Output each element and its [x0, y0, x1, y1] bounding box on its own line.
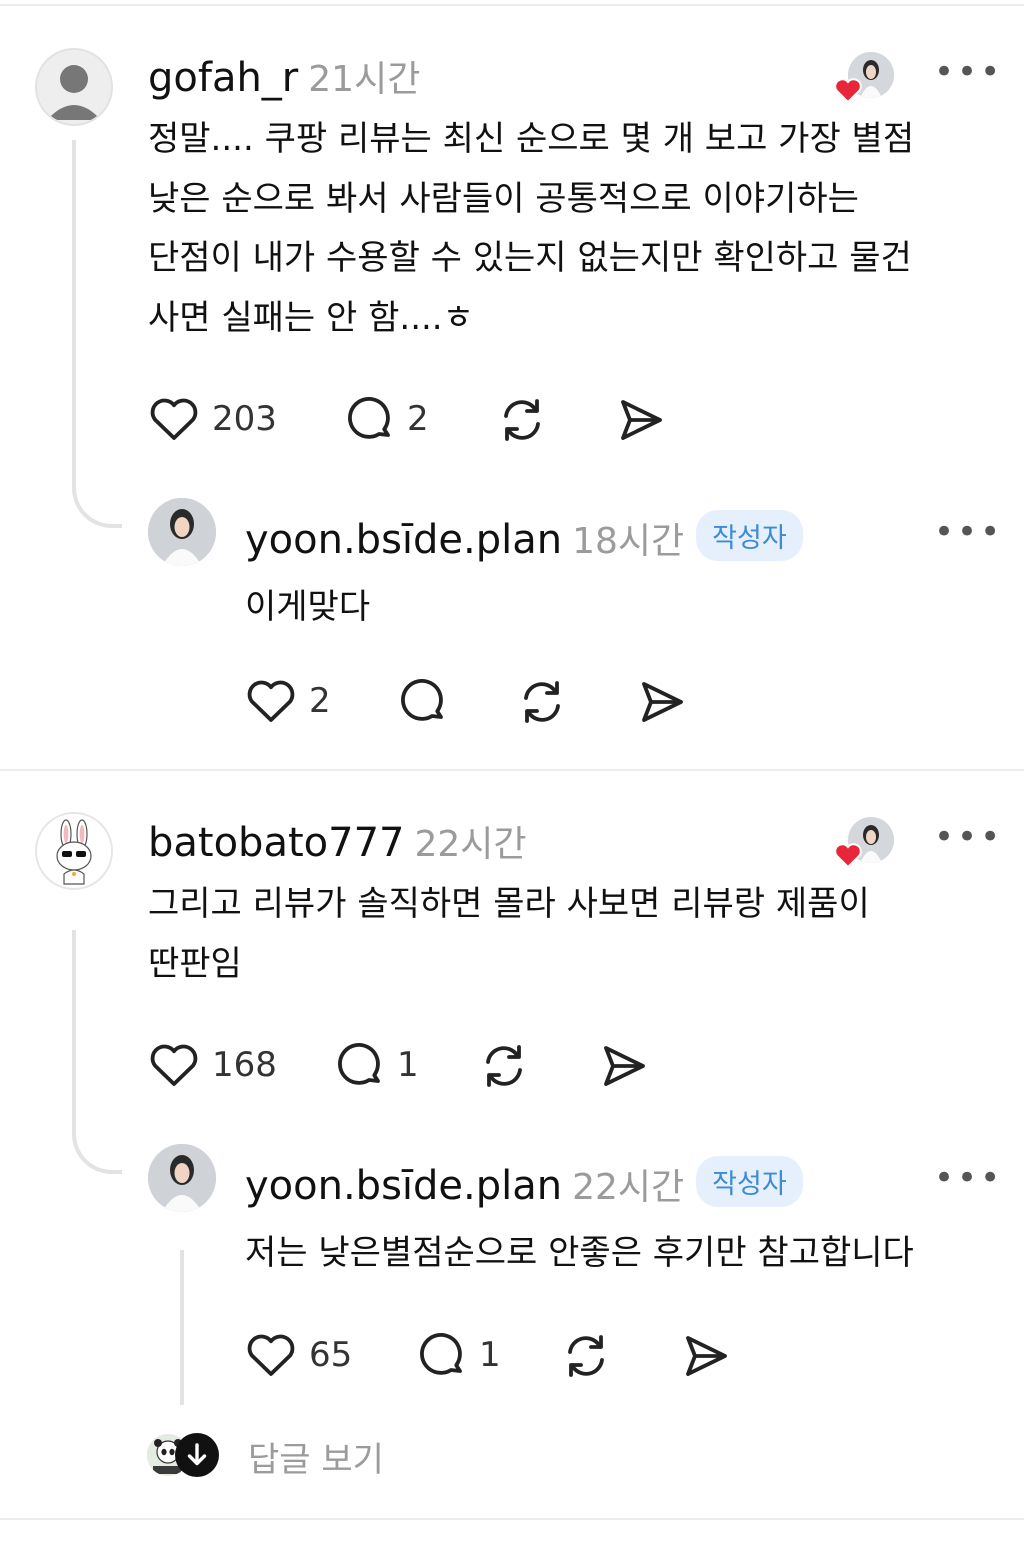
heart-icon [247, 680, 295, 722]
more-icon[interactable]: ••• [934, 512, 1003, 552]
timestamp: 22시간 [572, 1167, 685, 1208]
like-count: 65 [309, 1335, 353, 1375]
share-icon [642, 682, 683, 722]
more-icon[interactable]: ••• [934, 817, 1003, 857]
repost-button[interactable] [478, 1040, 530, 1092]
avatar-yoon.bside.plan[interactable] [148, 1144, 216, 1212]
timestamp: 21시간 [308, 59, 421, 100]
repost-icon [524, 681, 560, 723]
reply-button[interactable]: 1 [335, 1040, 419, 1090]
reply-thread-line [180, 1250, 184, 1405]
liked-heart-icon [834, 78, 862, 104]
username[interactable]: batobato777 [148, 820, 404, 866]
share-button[interactable] [636, 676, 688, 728]
share-icon [604, 1046, 645, 1086]
thread-connector [72, 460, 122, 528]
thread-connector [72, 1100, 122, 1174]
thread-divider [0, 769, 1024, 771]
repost-icon [486, 1045, 522, 1087]
author-badge: 작성자 [696, 1156, 803, 1207]
reply-text: 저는 낮은별점순으로 안좋은 후기만 참고합니다 [245, 1233, 914, 1273]
username[interactable]: yoon.bsīde.plan [245, 517, 562, 563]
like-button[interactable]: 2 [245, 676, 331, 726]
like-count: 2 [309, 681, 331, 721]
reply-count: 1 [479, 1335, 501, 1375]
liked-heart-icon [834, 843, 862, 869]
reply-header: yoon.bsīde.plan 22시간 작성자 [245, 1156, 803, 1210]
repost-icon [568, 1335, 604, 1377]
comment-icon [401, 679, 443, 721]
chevron-down-icon [175, 1433, 219, 1477]
like-count: 168 [212, 1045, 277, 1085]
repost-button[interactable] [496, 394, 548, 446]
heart-icon [150, 1044, 198, 1086]
reply-button[interactable]: 2 [345, 394, 429, 444]
comment-text: 정말.... 쿠팡 리뷰는 최신 순으로 몇 개 보고 가장 별점 낮은 순으로… [148, 119, 915, 338]
thread-line [72, 140, 76, 470]
portrait-icon [148, 498, 216, 566]
rabbit-avatar-icon [56, 819, 92, 885]
default-avatar-icon [47, 65, 101, 120]
comment-icon [338, 1043, 380, 1085]
avatar-yoon.bside.plan[interactable] [148, 498, 216, 566]
repost-button[interactable] [516, 676, 568, 728]
like-button[interactable]: 168 [148, 1040, 277, 1090]
timestamp: 22시간 [414, 824, 527, 865]
view-replies-link[interactable]: 답글 보기 [248, 1432, 384, 1481]
bottom-divider [0, 1518, 1024, 1520]
author-badge: 작성자 [696, 510, 803, 561]
share-button[interactable] [680, 1330, 732, 1382]
reply-count: 2 [407, 399, 429, 439]
avatar-gofah_r[interactable] [35, 48, 113, 126]
portrait-icon [148, 1144, 216, 1212]
more-icon[interactable]: ••• [934, 52, 1003, 92]
reply-button[interactable]: 1 [417, 1330, 501, 1380]
comment-header: gofah_r 21시간 [148, 50, 420, 102]
comment-text: 그리고 리뷰가 솔직하면 몰라 사보면 리뷰랑 제품이 딴판임 [148, 884, 870, 984]
more-icon[interactable]: ••• [934, 1158, 1003, 1198]
comment-icon [420, 1333, 462, 1375]
share-icon [686, 1336, 727, 1376]
heart-icon [247, 1334, 295, 1376]
share-button[interactable] [615, 394, 667, 446]
heart-icon [150, 398, 198, 440]
share-icon [621, 400, 662, 440]
reply-text: 이게맞다 [245, 587, 371, 627]
repost-icon [504, 399, 540, 441]
top-divider [0, 4, 1024, 6]
like-count: 203 [212, 399, 277, 439]
like-button[interactable]: 65 [245, 1330, 352, 1380]
share-button[interactable] [598, 1040, 650, 1092]
like-button[interactable]: 203 [148, 394, 277, 444]
comment-header: batobato777 22시간 [148, 815, 527, 867]
repost-button[interactable] [560, 1330, 612, 1382]
reply-count: 1 [397, 1045, 419, 1085]
username[interactable]: gofah_r [148, 55, 298, 101]
avatar-batobato777[interactable] [35, 812, 113, 890]
username[interactable]: yoon.bsīde.plan [245, 1163, 562, 1209]
thread-line [72, 930, 76, 1110]
reply-header: yoon.bsīde.plan 18시간 작성자 [245, 510, 803, 564]
timestamp: 18시간 [572, 521, 685, 562]
reply-button[interactable] [398, 676, 448, 726]
comment-icon [348, 397, 390, 439]
